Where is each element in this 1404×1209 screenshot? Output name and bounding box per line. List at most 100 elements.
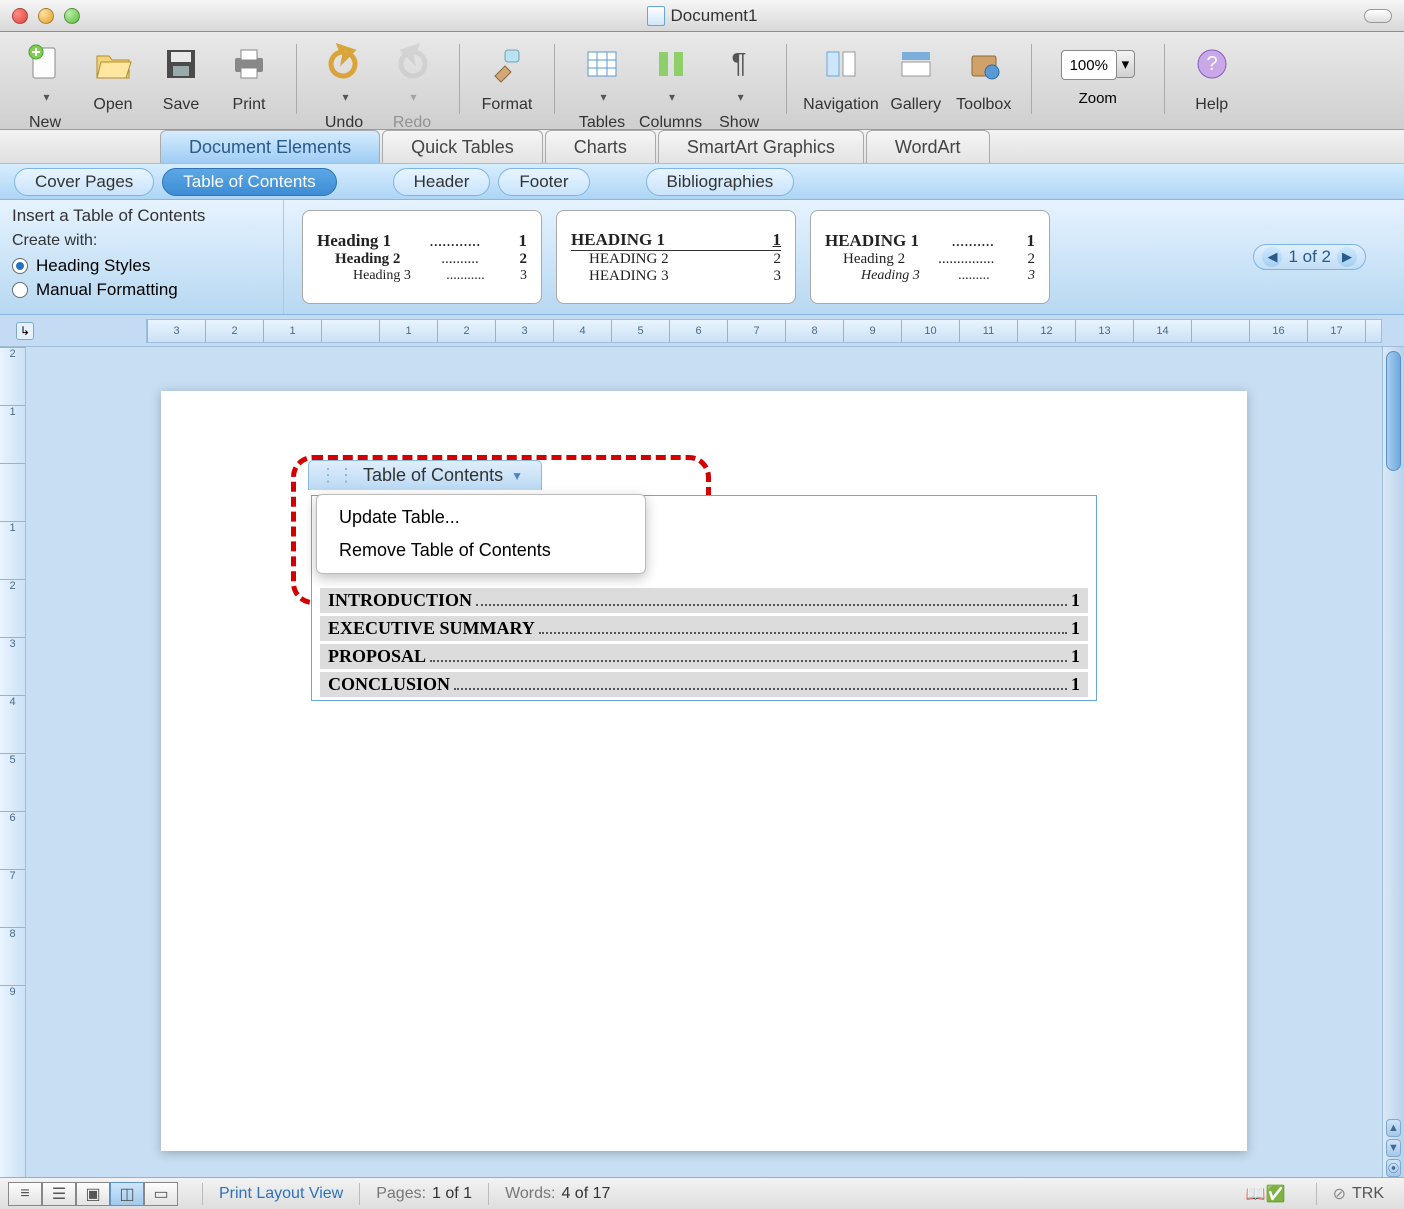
current-view-label: Print Layout View (219, 1185, 343, 1203)
toc-style-card[interactable]: HEADING 11 HEADING 22 HEADING 33 (556, 210, 796, 304)
spellcheck-icon[interactable]: 📖✅ (1246, 1184, 1286, 1204)
ribbon-tabs: Document Elements Quick Tables Charts Sm… (0, 130, 1404, 164)
view-print-layout-button[interactable]: ◫ (110, 1182, 144, 1206)
toc-field-handle[interactable]: ⋮⋮ Table of Contents ▼ (308, 460, 542, 490)
scroll-page-icon[interactable]: ⦿ (1386, 1159, 1401, 1177)
radio-selected-icon (12, 258, 28, 274)
view-outline-button[interactable]: ☰ (42, 1182, 76, 1206)
tab-quick-tables[interactable]: Quick Tables (382, 130, 543, 163)
zoom-input[interactable]: 100% (1061, 50, 1117, 80)
view-notebook-button[interactable]: ▭ (144, 1182, 178, 1206)
undo-button[interactable]: Undo (313, 40, 375, 132)
pager-prev-icon[interactable]: ◀ (1262, 247, 1282, 267)
redo-dropdown-icon[interactable] (403, 90, 421, 104)
standard-toolbar: New Open Save Print Undo Redo Format Tab… (0, 32, 1404, 130)
format-label: Format (482, 96, 533, 114)
toc-tab-label: Table of Contents (363, 465, 503, 486)
show-dropdown-icon[interactable] (730, 90, 748, 104)
view-draft-button[interactable]: ≡ (8, 1182, 42, 1206)
tab-document-elements[interactable]: Document Elements (160, 130, 380, 163)
pill-footer[interactable]: Footer (498, 168, 589, 196)
toolbox-label: Toolbox (956, 96, 1011, 114)
toc-style-card[interactable]: Heading 1............1 Heading 2........… (302, 210, 542, 304)
insert-toc-title: Insert a Table of Contents (12, 206, 271, 226)
pill-bibliographies[interactable]: Bibliographies (646, 168, 795, 196)
tab-selector-button[interactable]: ↳ (16, 322, 34, 340)
insert-toc-panel: Insert a Table of Contents Create with: … (0, 200, 284, 314)
tab-charts[interactable]: Charts (545, 130, 656, 163)
zoom-value: 100% (1070, 57, 1108, 74)
chevron-down-icon[interactable]: ▼ (511, 469, 523, 483)
zoom-label: Zoom (1079, 90, 1117, 107)
toolbar-separator (459, 44, 460, 114)
horizontal-ruler[interactable]: 3211234567891011121314161718 (146, 319, 1382, 343)
toc-entries: INTRODUCTION1 EXECUTIVE SUMMARY1 PROPOSA… (312, 588, 1096, 697)
trk-icon: ⊘ (1333, 1184, 1346, 1204)
toolbar-separator (554, 44, 555, 114)
toc-entry[interactable]: INTRODUCTION1 (320, 588, 1088, 613)
document-title: Document1 (671, 6, 758, 26)
svg-text:¶: ¶ (732, 47, 747, 78)
radio-unselected-icon (12, 282, 28, 298)
toc-style-card[interactable]: HEADING 1..........1 Heading 2..........… (810, 210, 1050, 304)
redo-button[interactable]: Redo (381, 40, 443, 132)
save-label: Save (163, 96, 199, 114)
toc-entry[interactable]: CONCLUSION1 (320, 672, 1088, 697)
scroll-down-icon[interactable]: ▼ (1386, 1139, 1401, 1157)
format-button[interactable]: Format (476, 40, 538, 114)
radio-heading-styles[interactable]: Heading Styles (12, 256, 271, 276)
undo-dropdown-icon[interactable] (335, 90, 353, 104)
scroll-up-icon[interactable]: ▲ (1386, 1119, 1401, 1137)
menu-remove-toc[interactable]: Remove Table of Contents (317, 534, 645, 567)
tab-wordart[interactable]: WordArt (866, 130, 990, 163)
toolbar-separator (1031, 44, 1032, 114)
save-button[interactable]: Save (150, 40, 212, 114)
toolbar-separator (1164, 44, 1165, 114)
columns-dropdown-icon[interactable] (662, 90, 680, 104)
toc-field[interactable]: ⋮⋮ Table of Contents ▼ Update Table... R… (311, 495, 1097, 701)
track-changes-label[interactable]: TRK (1352, 1185, 1384, 1203)
radio-manual-formatting[interactable]: Manual Formatting (12, 280, 271, 300)
pill-table-of-contents[interactable]: Table of Contents (162, 168, 336, 196)
window-title: Document1 (0, 6, 1404, 26)
toc-entry[interactable]: EXECUTIVE SUMMARY1 (320, 616, 1088, 641)
navigation-button[interactable]: Navigation (803, 40, 879, 114)
new-dropdown-icon[interactable] (36, 90, 54, 104)
columns-button[interactable]: Columns (639, 40, 702, 132)
pager-text: 1 of 2 (1288, 247, 1331, 267)
svg-text:?: ? (1206, 53, 1217, 75)
pages-value: 1 of 1 (432, 1185, 472, 1203)
print-label: Print (233, 96, 266, 114)
tables-dropdown-icon[interactable] (593, 90, 611, 104)
toc-entry[interactable]: PROPOSAL1 (320, 644, 1088, 669)
toolbar-separator (296, 44, 297, 114)
gallery-button[interactable]: Gallery (885, 40, 947, 114)
toolbox-button[interactable]: Toolbox (953, 40, 1015, 114)
navigation-label: Navigation (803, 96, 879, 114)
open-button[interactable]: Open (82, 40, 144, 114)
new-button[interactable]: New (14, 40, 76, 132)
words-value: 4 of 17 (561, 1185, 610, 1203)
pill-header[interactable]: Header (393, 168, 491, 196)
document-page: ⋮⋮ Table of Contents ▼ Update Table... R… (161, 391, 1247, 1151)
pill-cover-pages[interactable]: Cover Pages (14, 168, 154, 196)
print-button[interactable]: Print (218, 40, 280, 114)
show-button[interactable]: ¶ Show (708, 40, 770, 132)
tab-smartart[interactable]: SmartArt Graphics (658, 130, 864, 163)
tables-button[interactable]: Tables (571, 40, 633, 132)
new-label: New (29, 114, 61, 132)
pages-label: Pages: (376, 1185, 426, 1203)
vertical-ruler[interactable]: 21123456789 (0, 347, 26, 1177)
scrollbar-thumb[interactable] (1386, 351, 1401, 471)
pager-next-icon[interactable]: ▶ (1337, 247, 1357, 267)
document-area: 21123456789 ⋮⋮ Table of Contents ▼ Updat… (0, 347, 1404, 1177)
view-publishing-button[interactable]: ▣ (76, 1182, 110, 1206)
toc-dropdown-menu: Update Table... Remove Table of Contents (316, 494, 646, 574)
menu-update-table[interactable]: Update Table... (317, 501, 645, 534)
document-icon (647, 6, 665, 26)
status-bar: ≡ ☰ ▣ ◫ ▭ Print Layout View Pages: 1 of … (0, 1177, 1404, 1209)
help-button[interactable]: ? Help (1181, 40, 1243, 114)
zoom-dropdown-icon[interactable]: ▾ (1117, 50, 1135, 78)
vertical-scrollbar[interactable]: ▲ ▼ ⦿ (1382, 347, 1404, 1177)
view-buttons: ≡ ☰ ▣ ◫ ▭ (8, 1182, 178, 1206)
